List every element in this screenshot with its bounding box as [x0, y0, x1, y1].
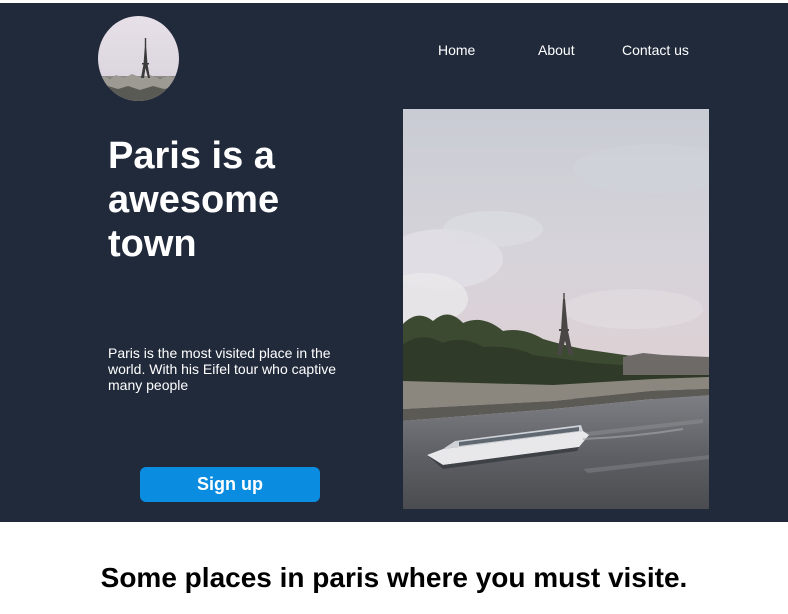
nav-about-link[interactable]: About [538, 41, 575, 59]
hero-section: Home About Contact us Paris is a awesome… [0, 3, 788, 522]
page: Home About Contact us Paris is a awesome… [0, 0, 788, 614]
sign-up-button[interactable]: Sign up [140, 467, 320, 502]
hero-image [403, 109, 709, 509]
hero-description: Paris is the most visited place in the w… [108, 345, 336, 393]
seine-eiffel-tower-photo-icon [403, 109, 709, 509]
section-title: Some places in paris where you must visi… [100, 562, 688, 593]
hero-headline: Paris is a awesome town [108, 135, 280, 265]
main-nav: Home About Contact us [0, 41, 788, 61]
nav-home-link[interactable]: Home [438, 41, 475, 59]
nav-contact-link[interactable]: Contact us [622, 41, 689, 59]
